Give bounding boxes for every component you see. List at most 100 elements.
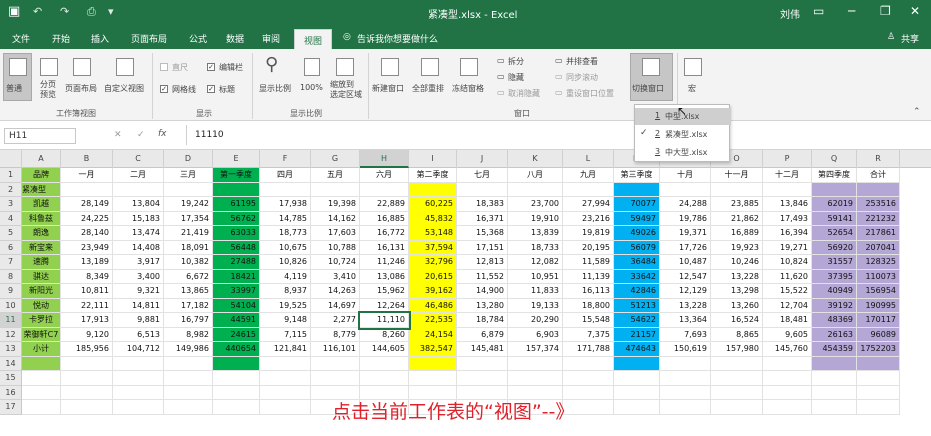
cell-k11[interactable]: 20,290 xyxy=(508,313,563,328)
cell-j4[interactable]: 16,371 xyxy=(457,211,508,226)
cell-f17[interactable] xyxy=(260,400,311,415)
page-layout-button[interactable]: 页面布局 xyxy=(65,83,97,94)
cell-e7[interactable]: 27488 xyxy=(213,255,260,270)
cell-b13[interactable]: 185,956 xyxy=(61,342,113,357)
macros-button[interactable]: 宏 xyxy=(688,83,696,94)
cell-p9[interactable]: 15,522 xyxy=(763,284,812,299)
split-button[interactable]: 拆分 xyxy=(508,56,524,67)
cell-d6[interactable]: 18,091 xyxy=(164,240,213,255)
cell-r3[interactable]: 253516 xyxy=(857,197,900,212)
cell-p12[interactable]: 9,605 xyxy=(763,327,812,342)
cell-e3[interactable]: 61195 xyxy=(213,197,260,212)
cell-i13[interactable]: 382,547 xyxy=(409,342,457,357)
cell-l8[interactable]: 11,139 xyxy=(563,269,614,284)
undo-icon[interactable]: ↶ xyxy=(33,5,42,18)
column-header-d[interactable]: D xyxy=(164,150,213,168)
cell-p13[interactable]: 145,760 xyxy=(763,342,812,357)
cell-a15[interactable] xyxy=(22,371,61,386)
cell-r16[interactable] xyxy=(857,385,900,400)
cell-p2[interactable] xyxy=(763,182,812,197)
cell-c5[interactable]: 13,474 xyxy=(113,226,164,241)
cell-o15[interactable] xyxy=(711,371,763,386)
cell-p11[interactable]: 18,481 xyxy=(763,313,812,328)
cell-p14[interactable] xyxy=(763,356,812,371)
sync-scroll-button[interactable]: 同步滚动 xyxy=(566,72,598,83)
cell-d16[interactable] xyxy=(164,385,213,400)
row-header-6[interactable]: 6 xyxy=(0,240,22,255)
cell-g2[interactable] xyxy=(311,182,360,197)
cell-h11[interactable]: 11,110 xyxy=(358,311,411,330)
hide-button[interactable]: 隐藏 xyxy=(508,72,524,83)
cell-i4[interactable]: 45,832 xyxy=(409,211,457,226)
column-header-a[interactable]: A xyxy=(22,150,61,168)
cell-h8[interactable]: 13,086 xyxy=(360,269,409,284)
cell-m4[interactable]: 59497 xyxy=(614,211,660,226)
ruler-checkbox[interactable] xyxy=(160,63,168,71)
column-header-g[interactable]: G xyxy=(311,150,360,168)
row-header-10[interactable]: 10 xyxy=(0,298,22,313)
cancel-edit-icon[interactable]: ✕ xyxy=(114,130,122,140)
cell-l13[interactable]: 171,788 xyxy=(563,342,614,357)
ribbon-display-options-icon[interactable]: ▭ xyxy=(813,4,824,18)
cell-k2[interactable] xyxy=(508,182,563,197)
cell-h13[interactable]: 144,605 xyxy=(360,342,409,357)
cell-c15[interactable] xyxy=(113,371,164,386)
cell-h15[interactable] xyxy=(360,371,409,386)
cell-i1[interactable]: 第二季度 xyxy=(409,168,457,183)
cell-j11[interactable]: 18,784 xyxy=(457,313,508,328)
cell-i6[interactable]: 37,594 xyxy=(409,240,457,255)
select-all-corner[interactable] xyxy=(0,150,22,168)
cell-n1[interactable]: 十月 xyxy=(660,168,711,183)
cell-r9[interactable]: 156954 xyxy=(857,284,900,299)
cell-a16[interactable] xyxy=(22,385,61,400)
row-header-11[interactable]: 11 xyxy=(0,313,22,328)
cell-o5[interactable]: 16,889 xyxy=(711,226,763,241)
cell-j10[interactable]: 13,280 xyxy=(457,298,508,313)
worksheet-grid[interactable]: ABCDEFGHIJKLMNOPQR 1品牌一月二月三月第一季度四月五月六月第二… xyxy=(0,150,931,436)
cell-c3[interactable]: 13,804 xyxy=(113,197,164,212)
cell-c14[interactable] xyxy=(113,356,164,371)
cell-e1[interactable]: 第一季度 xyxy=(213,168,260,183)
cell-m15[interactable] xyxy=(614,371,660,386)
view-side-by-side-button[interactable]: 并排查看 xyxy=(566,56,598,67)
row-header-8[interactable]: 8 xyxy=(0,269,22,284)
cell-d4[interactable]: 17,354 xyxy=(164,211,213,226)
cell-q15[interactable] xyxy=(812,371,857,386)
print-preview-icon[interactable]: ⎙ xyxy=(87,5,96,19)
name-box[interactable]: H11 xyxy=(4,128,76,144)
cell-e15[interactable] xyxy=(213,371,260,386)
cell-c6[interactable]: 14,408 xyxy=(113,240,164,255)
cell-p17[interactable] xyxy=(763,400,812,415)
headings-checkbox[interactable]: ✓ xyxy=(207,85,215,93)
cell-n7[interactable]: 10,487 xyxy=(660,255,711,270)
cell-j9[interactable]: 14,900 xyxy=(457,284,508,299)
cell-j8[interactable]: 11,552 xyxy=(457,269,508,284)
custom-views-button[interactable]: 自定义视图 xyxy=(104,83,144,94)
cell-q2[interactable] xyxy=(812,182,857,197)
cell-q17[interactable] xyxy=(812,400,857,415)
cell-c4[interactable]: 15,183 xyxy=(113,211,164,226)
cell-q7[interactable]: 31557 xyxy=(812,255,857,270)
cell-p10[interactable]: 12,704 xyxy=(763,298,812,313)
row-header-17[interactable]: 17 xyxy=(0,400,22,415)
cell-g10[interactable]: 14,697 xyxy=(311,298,360,313)
cell-m6[interactable]: 56079 xyxy=(614,240,660,255)
cell-a17[interactable] xyxy=(22,400,61,415)
row-header-1[interactable]: 1 xyxy=(0,168,22,183)
arrange-all-button[interactable]: 全部重排 xyxy=(412,83,444,94)
cell-m17[interactable] xyxy=(614,400,660,415)
cell-k14[interactable] xyxy=(508,356,563,371)
customize-qat-icon[interactable]: ▾ xyxy=(108,5,114,18)
cell-n6[interactable]: 17,726 xyxy=(660,240,711,255)
cell-l1[interactable]: 九月 xyxy=(563,168,614,183)
cell-o12[interactable]: 8,865 xyxy=(711,327,763,342)
cell-l11[interactable]: 15,548 xyxy=(563,313,614,328)
cell-l14[interactable] xyxy=(563,356,614,371)
cell-j13[interactable]: 145,481 xyxy=(457,342,508,357)
cell-c8[interactable]: 3,400 xyxy=(113,269,164,284)
cell-r13[interactable]: 1752203 xyxy=(857,342,900,357)
tab-view[interactable]: 视图 xyxy=(294,29,332,49)
cell-c13[interactable]: 104,712 xyxy=(113,342,164,357)
cell-l12[interactable]: 7,375 xyxy=(563,327,614,342)
cell-f2[interactable] xyxy=(260,182,311,197)
